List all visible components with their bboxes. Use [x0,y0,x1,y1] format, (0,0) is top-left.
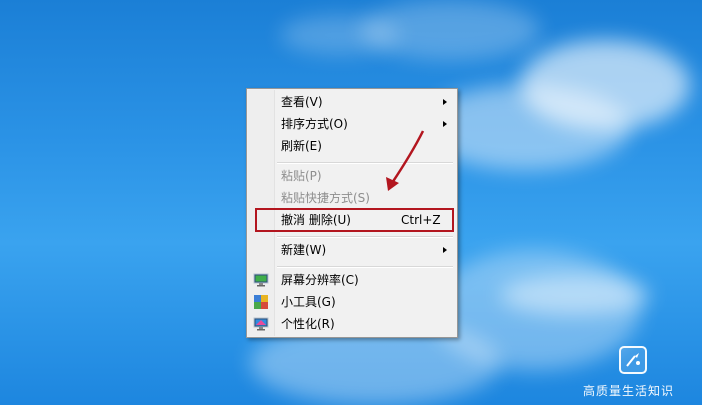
submenu-arrow-icon [443,247,447,253]
menu-item-label: 个性化(R) [281,317,335,331]
watermark-logo-icon [619,346,647,374]
annotation-highlight-box [255,208,454,232]
cloud [500,275,650,315]
menu-item-screen-resolution[interactable]: 屏幕分辨率(C) [249,269,455,291]
menu-item-label: 查看(V) [281,95,323,109]
menu-item-label: 粘贴快捷方式(S) [281,191,370,205]
watermark: 高质量生活知识 [583,346,693,401]
watermark-text: 高质量生活知识 [583,384,675,398]
menu-item-label: 新建(W) [281,243,327,257]
menu-item-label: 排序方式(O) [281,117,348,131]
menu-item-view[interactable]: 查看(V) [249,91,455,113]
menu-item-label: 刷新(E) [281,139,322,153]
submenu-arrow-icon [443,121,447,127]
menu-item-label: 小工具(G) [281,295,336,309]
personalize-icon [253,316,269,332]
submenu-arrow-icon [443,99,447,105]
monitor-icon [253,272,269,288]
menu-separator [277,236,453,238]
cloud [280,15,400,55]
menu-separator [277,266,453,268]
menu-item-personalize[interactable]: 个性化(R) [249,313,455,335]
menu-item-gadgets[interactable]: 小工具(G) [249,291,455,313]
menu-item-label: 粘贴(P) [281,169,322,183]
menu-item-new[interactable]: 新建(W) [249,239,455,261]
annotation-arrow-icon [386,130,425,191]
gadgets-icon [253,294,269,310]
menu-item-label: 屏幕分辨率(C) [281,273,359,287]
